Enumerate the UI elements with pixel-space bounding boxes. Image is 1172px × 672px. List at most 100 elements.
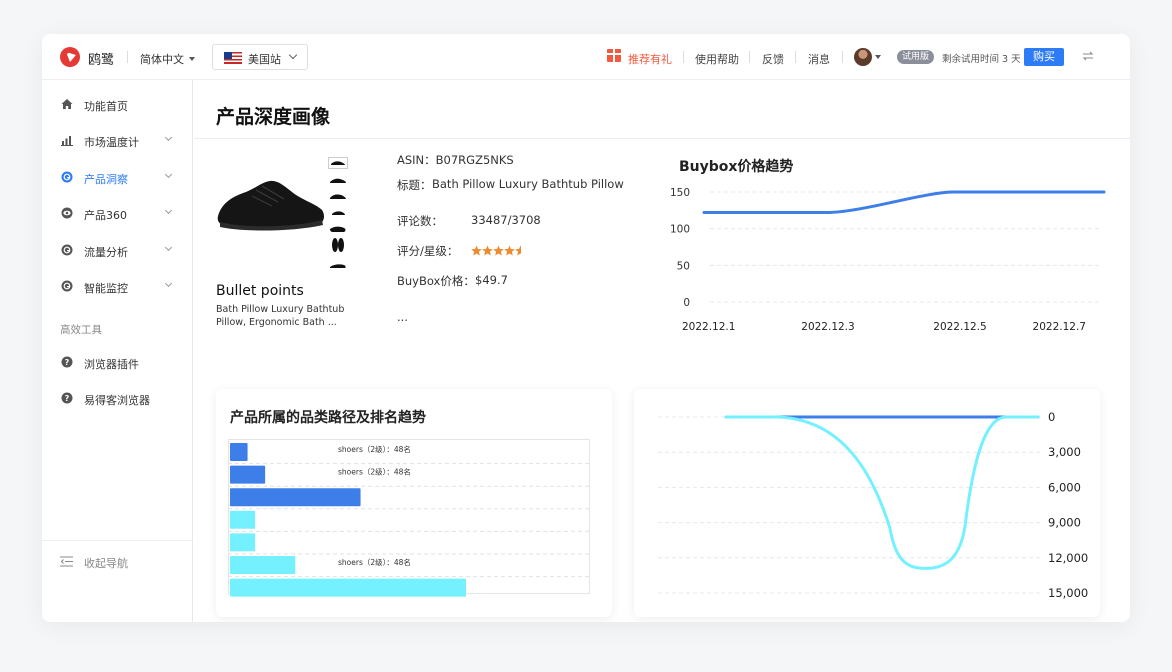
language-selector[interactable]: 简体中文 <box>140 51 195 67</box>
brand-logo-icon[interactable] <box>60 47 80 67</box>
product-image[interactable] <box>212 172 326 242</box>
y-tick-label: 12,000 <box>1048 551 1088 565</box>
x-tick-label: 2022.12.7 <box>1033 321 1086 333</box>
sidebar-item-product-insight[interactable]: 产品洞察 <box>42 168 193 188</box>
insight-icon <box>61 171 73 183</box>
more-ellipsis: ... <box>397 310 408 324</box>
collapse-icon <box>60 556 73 567</box>
buy-button[interactable]: 购买 <box>1024 48 1064 66</box>
chevron-down-icon <box>164 133 173 142</box>
bar <box>230 578 466 597</box>
bar <box>230 556 296 574</box>
rank-trend-chart: 0 3,000 6,000 9,000 12,000 15,000 <box>658 410 1088 600</box>
page-title: 产品深度画像 <box>216 106 331 128</box>
half-star-icon <box>515 245 521 256</box>
help-icon: ? <box>61 392 73 404</box>
chevron-down-icon <box>288 50 298 60</box>
trial-badge: 试用版 <box>897 50 935 64</box>
monitor-icon <box>61 280 73 292</box>
avatar[interactable] <box>854 48 872 66</box>
series-line <box>724 415 1040 570</box>
avatar-caret-icon[interactable] <box>875 55 881 59</box>
title-label: 标题： <box>397 178 432 192</box>
bar <box>230 488 361 507</box>
sidebar-item-monitor[interactable]: 智能监控 <box>42 277 193 297</box>
buybox-chart-title: Buybox价格趋势 <box>679 159 794 175</box>
svg-text:?: ? <box>65 358 70 367</box>
bar-chart-icon <box>61 136 73 146</box>
category-rank-card: 产品所属的品类路径及排名趋势 shoers（2级）：48名 shoers（2级）：… <box>216 389 612 617</box>
help-icon: ? <box>61 356 73 368</box>
chevron-down-icon <box>164 206 173 215</box>
tools-section-label: 高效工具 <box>60 324 102 336</box>
sidebar-item-label: 易得客浏览器 <box>84 394 150 407</box>
sidebar-item-traffic[interactable]: 流量分析 <box>42 241 193 261</box>
bar-label: shoers（2级）：48名 <box>338 467 411 477</box>
thumbnail[interactable] <box>328 206 348 218</box>
sidebar: 功能首页 市场温度计 产品洞察 产品360 流量分析 智能监控 高效工具 ? 浏… <box>42 80 193 622</box>
star-icon <box>493 245 504 256</box>
thumbnail[interactable] <box>328 157 348 169</box>
bullet-points-title: Bullet points <box>216 283 304 299</box>
brand-name[interactable]: 鸥鹭 <box>88 49 114 68</box>
x-tick-label: 2022.12.5 <box>933 321 986 333</box>
sidebar-item-browser-plugin[interactable]: ? 浏览器插件 <box>42 353 193 373</box>
bullet-points-text: Bath Pillow Luxury Bathtub Pillow, Ergon… <box>216 304 345 328</box>
gift-icon[interactable] <box>607 49 621 62</box>
sidebar-item-label: 市场温度计 <box>84 136 139 149</box>
chevron-down-icon <box>164 170 173 179</box>
help-link[interactable]: 使用帮助 <box>695 51 739 67</box>
sidebar-item-label: 智能监控 <box>84 282 128 295</box>
rating-label: 评分/星级： <box>397 244 459 258</box>
switch-icon[interactable] <box>1082 51 1094 61</box>
x-tick-label: 2022.12.1 <box>682 321 735 333</box>
top-bar: 鸥鹭 简体中文 美国站 推荐有礼 使用帮助 反馈 消息 试用版 剩余试用时间 3… <box>42 34 1130 80</box>
main-content: 产品深度画像 Bullet points Bath Pillow Luxury … <box>194 80 1130 622</box>
sidebar-item-market[interactable]: 市场温度计 <box>42 131 193 151</box>
sidebar-item-home[interactable]: 功能首页 <box>42 95 193 115</box>
app-window: 鸥鹭 简体中文 美国站 推荐有礼 使用帮助 反馈 消息 试用版 剩余试用时间 3… <box>42 34 1130 622</box>
bar-label: shoers（2级）：48名 <box>338 557 411 567</box>
divider <box>127 51 128 63</box>
buybox-label: BuyBox价格： <box>397 274 475 288</box>
y-tick-label: 3,000 <box>1048 445 1081 459</box>
sidebar-item-label: 产品洞察 <box>84 173 128 186</box>
reviews-label: 评论数： <box>397 214 443 228</box>
sidebar-item-browser[interactable]: ? 易得客浏览器 <box>42 389 193 409</box>
site-label: 美国站 <box>248 53 281 66</box>
chevron-down-icon <box>164 279 173 288</box>
bar <box>230 533 256 552</box>
reviews-value: 33487/3708 <box>471 213 541 227</box>
category-rank-title: 产品所属的品类路径及排名趋势 <box>230 410 426 426</box>
feedback-link[interactable]: 反馈 <box>762 51 784 67</box>
divider <box>42 540 193 541</box>
star-icon <box>471 245 482 256</box>
y-tick-label: 150 <box>670 187 690 199</box>
thumbnail[interactable] <box>328 237 348 253</box>
sidebar-item-product360[interactable]: 产品360 <box>42 204 193 224</box>
thumbnail[interactable] <box>328 259 348 271</box>
y-tick-label: 15,000 <box>1048 586 1088 600</box>
svg-text:?: ? <box>65 394 70 403</box>
sidebar-item-label: 产品360 <box>84 209 127 222</box>
divider <box>749 51 750 63</box>
collapse-label: 收起导航 <box>84 557 128 570</box>
buybox-value: $49.7 <box>475 273 508 287</box>
language-label: 简体中文 <box>140 53 184 66</box>
sidebar-item-label: 功能首页 <box>84 100 128 113</box>
recommend-link[interactable]: 推荐有礼 <box>628 51 672 67</box>
thumbnail[interactable] <box>328 222 348 234</box>
traffic-icon <box>61 244 73 256</box>
site-selector[interactable]: 美国站 <box>212 44 308 70</box>
thumbnail[interactable] <box>328 174 348 186</box>
thumbnail[interactable] <box>328 190 348 202</box>
asin-text: ASIN：B07RGZ5NKS <box>397 153 514 167</box>
y-tick-label: 9,000 <box>1048 516 1081 530</box>
messages-link[interactable]: 消息 <box>808 51 830 67</box>
y-tick-label: 0 <box>683 297 690 309</box>
star-icon <box>482 245 493 256</box>
collapse-nav-button[interactable]: 收起导航 <box>42 552 193 572</box>
series-line <box>702 190 1106 215</box>
bar-label: shoers（2级）：48名 <box>338 444 411 454</box>
rank-trend-card: 0 3,000 6,000 9,000 12,000 15,000 <box>634 389 1100 617</box>
